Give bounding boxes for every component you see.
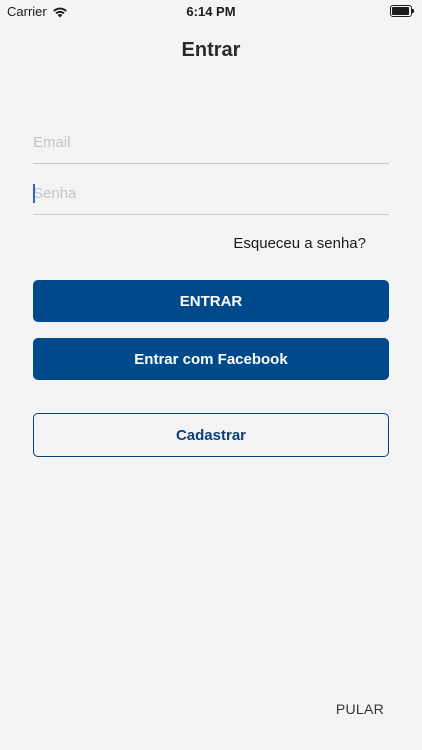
battery-icon xyxy=(390,5,414,17)
skip-link[interactable]: PULAR xyxy=(336,701,384,717)
page-title: Entrar xyxy=(181,39,241,61)
text-cursor xyxy=(33,184,35,203)
email-input[interactable] xyxy=(33,123,389,161)
facebook-login-button[interactable]: Entrar com Facebook xyxy=(33,338,389,380)
status-bar: Carrier 6:14 PM xyxy=(0,0,422,22)
status-time: 6:14 PM xyxy=(186,4,236,19)
password-input[interactable] xyxy=(33,174,389,212)
password-field[interactable] xyxy=(33,174,389,215)
email-field[interactable] xyxy=(33,123,389,164)
forgot-password-link[interactable]: Esqueceu a senha? xyxy=(233,235,366,252)
signup-button[interactable]: Cadastrar xyxy=(33,413,389,457)
login-button[interactable]: ENTRAR xyxy=(33,280,389,322)
